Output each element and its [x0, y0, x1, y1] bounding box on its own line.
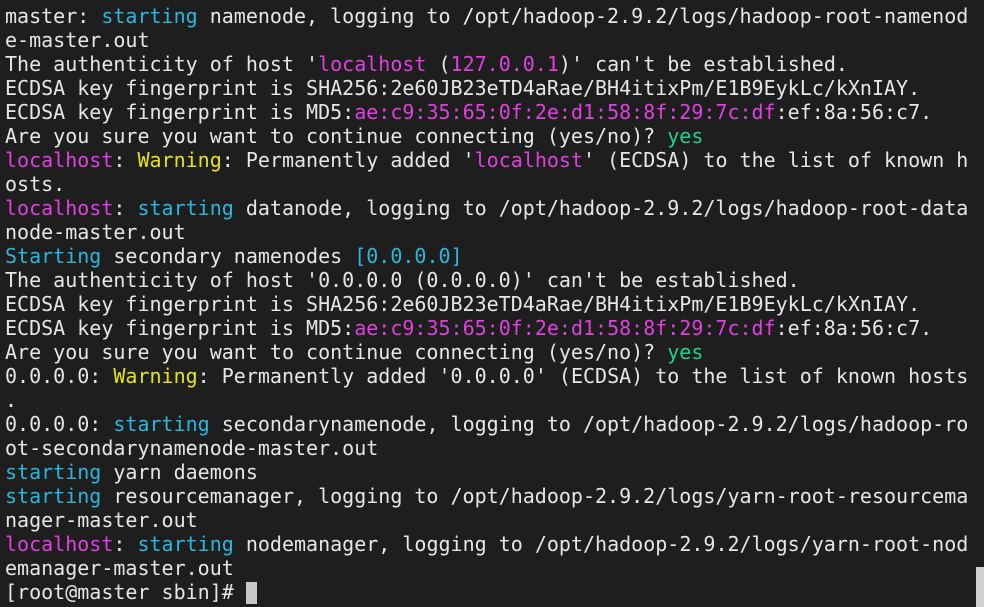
- terminal-line: nager-master.out: [5, 508, 968, 532]
- terminal-line: The authenticity of host 'localhost (127…: [5, 52, 968, 76]
- terminal-line: ot-secondarynamenode-master.out: [5, 436, 968, 460]
- terminal-text-segment: resourcemanager, logging to /opt/hadoop-…: [101, 484, 969, 508]
- terminal-text-segment: node-master.out: [5, 220, 186, 244]
- terminal-text-segment: yarn daemons: [101, 460, 258, 484]
- terminal-text-segment: :: [113, 196, 138, 220]
- terminal-text-segment: 0.0.0.0:: [5, 412, 114, 436]
- terminal-text-segment: :ef:8a:56:c7.: [775, 100, 933, 124]
- scrollbar-thumb[interactable]: [976, 567, 984, 607]
- terminal-line: 0.0.0.0: starting secondarynamenode, log…: [5, 412, 968, 436]
- vertical-scrollbar[interactable]: [974, 0, 984, 607]
- terminal-text-segment: starting: [137, 532, 234, 556]
- terminal-line: localhost: starting nodemanager, logging…: [5, 532, 968, 556]
- terminal-window[interactable]: master: starting namenode, logging to /o…: [0, 0, 974, 607]
- terminal-text-segment: :: [113, 532, 138, 556]
- terminal-line: master: starting namenode, logging to /o…: [5, 4, 968, 28]
- terminal-text-segment: :: [113, 148, 138, 172]
- terminal-text-segment: master:: [5, 4, 102, 28]
- terminal-line: node-master.out: [5, 220, 968, 244]
- terminal-text-segment: namenode, logging to /opt/hadoop-2.9.2/l…: [197, 4, 969, 28]
- terminal-text-segment: Are you sure you want to continue connec…: [5, 340, 668, 364]
- terminal-text-segment: 127.0.0.1: [450, 52, 559, 76]
- terminal-line: osts.: [5, 172, 968, 196]
- terminal-text-segment: Are you sure you want to continue connec…: [5, 124, 668, 148]
- terminal-text-segment: localhost: [5, 196, 114, 220]
- terminal-text-segment: The authenticity of host ': [5, 52, 319, 76]
- terminal-text-segment: starting: [5, 484, 102, 508]
- terminal-text-segment: yes: [667, 340, 704, 364]
- terminal-output: master: starting namenode, logging to /o…: [5, 4, 968, 604]
- terminal-line: starting yarn daemons: [5, 460, 968, 484]
- terminal-text-segment: 0.0.0.0:: [5, 364, 114, 388]
- terminal-text-segment: ot-secondarynamenode-master.out: [5, 436, 379, 460]
- terminal-text-segment: starting: [101, 4, 198, 28]
- terminal-text-segment: secondary namenodes: [101, 244, 355, 268]
- terminal-text-segment: localhost: [5, 148, 114, 172]
- terminal-text-segment: starting: [137, 196, 234, 220]
- terminal-line: Are you sure you want to continue connec…: [5, 340, 968, 364]
- terminal-text-segment: (: [426, 52, 451, 76]
- terminal-text-segment: Warning: [137, 148, 222, 172]
- terminal-line: ECDSA key fingerprint is SHA256:2e60JB23…: [5, 76, 968, 100]
- terminal-text-segment: nodemanager, logging to /opt/hadoop-2.9.…: [233, 532, 969, 556]
- terminal-text-segment: : Permanently added '0.0.0.0' (ECDSA) to…: [197, 364, 969, 388]
- terminal-text-segment: nager-master.out: [5, 508, 198, 532]
- terminal-text-segment: ' (ECDSA) to the list of known h: [583, 148, 969, 172]
- terminal-line: ECDSA key fingerprint is MD5:ae:c9:35:65…: [5, 316, 968, 340]
- terminal-line: localhost: starting datanode, logging to…: [5, 196, 968, 220]
- terminal-line: e-master.out: [5, 28, 968, 52]
- terminal-text-segment: osts.: [5, 172, 66, 196]
- terminal-line: Are you sure you want to continue connec…: [5, 124, 968, 148]
- terminal-text-segment: ae:c9:35:65:0f:2e:d1:58:8f:29:7c:df: [354, 100, 776, 124]
- terminal-text-segment: ECDSA key fingerprint is MD5:: [5, 100, 355, 124]
- terminal-text-segment: yes: [667, 124, 704, 148]
- terminal-text-segment: Warning: [113, 364, 198, 388]
- terminal-line: .: [5, 388, 968, 412]
- terminal-line: Starting secondary namenodes [0.0.0.0]: [5, 244, 968, 268]
- terminal-line: 0.0.0.0: Warning: Permanently added '0.0…: [5, 364, 968, 388]
- terminal-text-segment: localhost: [318, 52, 427, 76]
- terminal-line: emanager-master.out: [5, 556, 968, 580]
- terminal-text-segment: secondarynamenode, logging to /opt/hadoo…: [209, 412, 969, 436]
- terminal-text-segment: The authenticity of host '0.0.0.0 (0.0.0…: [5, 268, 800, 292]
- terminal-text-segment: emanager-master.out: [5, 556, 234, 580]
- terminal-text-segment: ae:c9:35:65:0f:2e:d1:58:8f:29:7c:df: [354, 316, 776, 340]
- terminal-line: starting resourcemanager, logging to /op…: [5, 484, 968, 508]
- terminal-text-segment: : Permanently added ': [221, 148, 475, 172]
- terminal-text-segment: [0.0.0.0]: [354, 244, 463, 268]
- text-cursor: [245, 582, 257, 604]
- terminal-text-segment: ECDSA key fingerprint is MD5:: [5, 316, 355, 340]
- shell-prompt: [root@master sbin]#: [5, 580, 246, 604]
- terminal-text-segment: )' can't be established.: [558, 52, 848, 76]
- terminal-text-segment: starting: [5, 460, 102, 484]
- terminal-text-segment: localhost: [474, 148, 584, 172]
- terminal-text-segment: ECDSA key fingerprint is SHA256:2e60JB23…: [5, 76, 921, 100]
- terminal-text-segment: e-master.out: [5, 28, 150, 52]
- terminal-text-segment: datanode, logging to /opt/hadoop-2.9.2/l…: [233, 196, 969, 220]
- terminal-text-segment: starting: [113, 412, 210, 436]
- terminal-line: The authenticity of host '0.0.0.0 (0.0.0…: [5, 268, 968, 292]
- prompt-line[interactable]: [root@master sbin]#: [5, 580, 968, 604]
- terminal-text-segment: localhost: [5, 532, 114, 556]
- terminal-line: ECDSA key fingerprint is MD5:ae:c9:35:65…: [5, 100, 968, 124]
- terminal-text-segment: Starting: [5, 244, 102, 268]
- terminal-text-segment: :ef:8a:56:c7.: [775, 316, 933, 340]
- terminal-text-segment: ECDSA key fingerprint is SHA256:2e60JB23…: [5, 292, 921, 316]
- terminal-text-segment: .: [5, 388, 18, 412]
- terminal-line: ECDSA key fingerprint is SHA256:2e60JB23…: [5, 292, 968, 316]
- terminal-line: localhost: Warning: Permanently added 'l…: [5, 148, 968, 172]
